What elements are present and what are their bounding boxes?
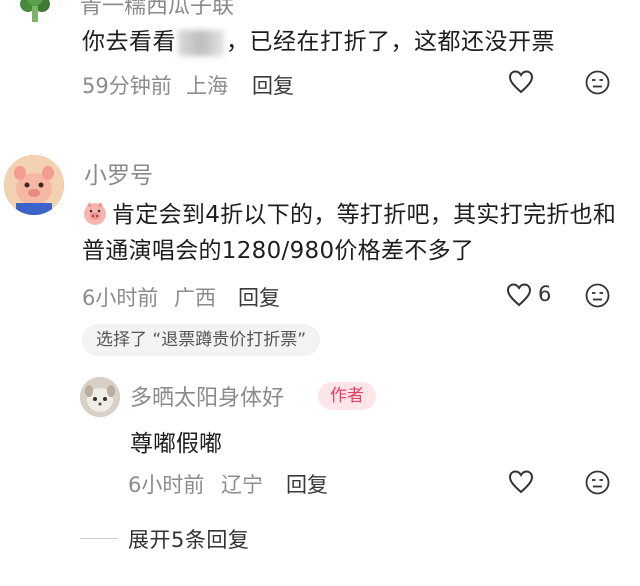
comment-text-part: ，已经在打折了，这都还没开票 <box>226 29 555 55</box>
heart-outline-icon[interactable] <box>506 283 532 307</box>
reply-button[interactable]: 回复 <box>238 282 280 312</box>
comment-time: 59分钟前 <box>82 74 172 98</box>
avatar[interactable] <box>80 377 120 417</box>
blurred-word <box>178 29 224 56</box>
expand-divider <box>80 538 118 539</box>
comment-author[interactable]: 小罗号 <box>84 156 153 190</box>
heart-outline-icon[interactable] <box>508 470 534 494</box>
like-count: 6 <box>538 282 552 306</box>
meh-face-icon[interactable] <box>585 283 610 308</box>
comment-location: 上海 <box>186 74 228 98</box>
expand-replies-button[interactable]: 展开5条回复 <box>128 524 249 554</box>
comment-location: 广西 <box>174 286 216 310</box>
comment-author[interactable]: 青一糯西瓜子联 <box>80 0 234 20</box>
reply-location: 辽宁 <box>221 473 263 497</box>
comment-text: 肯定会到4折以下的，等打折吧，其实打完折也和普通演唱会的1280/980价格差不… <box>82 197 622 269</box>
avatar[interactable] <box>18 0 52 24</box>
comment-text-body: 肯定会到4折以下的，等打折吧，其实打完折也和普通演唱会的1280/980价格差不… <box>82 202 617 264</box>
selected-tag[interactable]: 选择了 “退票蹲贵价打折票” <box>82 324 321 356</box>
reply-author[interactable]: 多晒太阳身体好 <box>130 380 284 412</box>
reply-time: 6小时前 <box>128 473 205 497</box>
reply-button[interactable]: 回复 <box>286 469 328 499</box>
heart-outline-icon[interactable] <box>508 70 534 94</box>
comment-text: 你去看看 ，已经在打折了，这都还没开票 <box>82 22 555 56</box>
meh-face-icon[interactable] <box>585 470 610 495</box>
author-badge: 作者 <box>318 382 376 410</box>
meh-face-icon[interactable] <box>585 70 610 95</box>
comment-time: 6小时前 <box>82 286 159 310</box>
comment-text-part: 你去看看 <box>82 29 176 55</box>
reply-text: 尊嘟假嘟 <box>130 431 222 457</box>
pig-emoji-icon <box>82 200 108 226</box>
avatar[interactable] <box>4 155 64 215</box>
reply-button[interactable]: 回复 <box>252 70 294 100</box>
